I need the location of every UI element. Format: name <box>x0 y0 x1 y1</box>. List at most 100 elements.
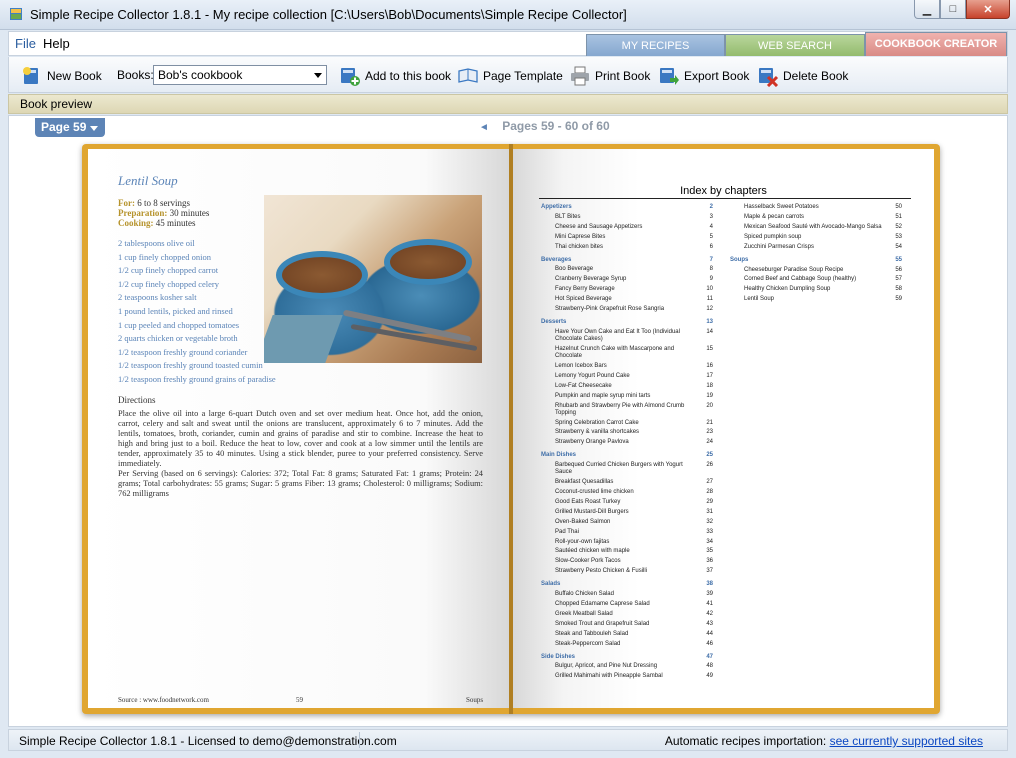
index-entry[interactable]: Grilled Mustard-Dill Burgers 31 <box>541 508 713 518</box>
index-entry[interactable]: Oven-Baked Salmon 32 <box>541 518 713 528</box>
recipe-photo <box>264 195 482 363</box>
delete-book-button[interactable]: Delete Book <box>757 64 848 88</box>
index-entry-page: 14 <box>706 328 713 335</box>
index-entry[interactable]: Grilled Mahimahi with Pineapple Sambal 49 <box>541 672 713 682</box>
page-selector[interactable]: Page 59 <box>35 118 105 137</box>
index-entry-page: 43 <box>706 620 713 627</box>
index-entry[interactable]: Hazelnut Crunch Cake with Mascarpone and… <box>541 345 713 362</box>
index-entry-title: Soups <box>730 256 749 263</box>
index-entry-page: 10 <box>706 286 713 293</box>
books-select[interactable]: Bob's cookbook <box>153 65 327 85</box>
index-entry[interactable]: Corned Beef and Cabbage Soup (healthy) 57 <box>730 275 902 285</box>
index-entry[interactable]: Low-Fat Cheesecake 18 <box>541 382 713 392</box>
index-entry[interactable]: Spiced pumpkin soup 53 <box>730 233 902 243</box>
index-entry-title: Desserts <box>541 318 567 325</box>
index-entry[interactable]: Hasselback Sweet Potatoes 50 <box>730 203 902 213</box>
index-entry-page: 27 <box>706 479 713 486</box>
tab-web-search[interactable]: WEB SEARCH <box>725 34 865 56</box>
new-book-icon <box>23 67 38 84</box>
index-entry[interactable]: Lemon Icebox Bars 16 <box>541 362 713 372</box>
menu-file[interactable]: File <box>15 36 36 51</box>
index-entry-title: Fancy Berry Beverage <box>555 286 615 293</box>
index-entry[interactable]: Thai chicken bites 6 <box>541 243 713 253</box>
index-entry-page: 37 <box>706 568 713 575</box>
index-entry-page: 39 <box>706 591 713 598</box>
index-entry[interactable]: Pumpkin and maple syrup mini tarts 19 <box>541 392 713 402</box>
index-entry[interactable]: Mexican Seafood Sauté with Avocado-Mango… <box>730 223 902 233</box>
minimize-icon: ▁ <box>922 3 932 16</box>
index-entry[interactable]: Cheese and Sausage Appetizers 4 <box>541 223 713 233</box>
index-chapter[interactable]: Salads 38 <box>541 580 713 590</box>
ingredient-item: 1 cup peeled and chopped tomatoes <box>118 319 240 330</box>
maximize-button[interactable]: □ <box>940 0 966 19</box>
index-entry[interactable]: Fancy Berry Beverage 10 <box>541 285 713 295</box>
index-entry[interactable]: Roll-your-own fajitas 34 <box>541 538 713 548</box>
index-entry[interactable]: Sautéed chicken with maple 35 <box>541 547 713 557</box>
previous-page-icon[interactable]: ◄ <box>479 122 489 133</box>
close-button[interactable]: ✕ <box>966 0 1010 19</box>
index-entry[interactable]: Breakfast Quesadillas 27 <box>541 478 713 488</box>
index-entry[interactable]: Strawberry Orange Pavlova 24 <box>541 438 713 448</box>
index-entry[interactable]: Greek Meatball Salad 42 <box>541 610 713 620</box>
index-entry[interactable]: Good Eats Roast Turkey 29 <box>541 498 713 508</box>
index-entry-title: Main Dishes <box>541 452 577 459</box>
index-chapter[interactable]: Beverages 7 <box>541 256 713 266</box>
index-entry-page: 25 <box>706 452 713 459</box>
add-to-book-button[interactable]: Add to this book <box>339 64 451 88</box>
index-entry[interactable]: Rhubarb and Strawberry Pie with Almond C… <box>541 402 713 419</box>
index-entry[interactable]: Mini Caprese Bites 5 <box>541 233 713 243</box>
export-book-button[interactable]: Export Book <box>658 64 749 88</box>
page-template-button[interactable]: Page Template <box>457 64 563 88</box>
index-entry[interactable]: Smoked Trout and Grapefruit Salad 43 <box>541 620 713 630</box>
index-entry-title: Corned Beef and Cabbage Soup (healthy) <box>744 276 857 283</box>
index-entry[interactable]: Slow-Cooker Pork Tacos 36 <box>541 557 713 567</box>
index-entry[interactable]: Healthy Chicken Dumpling Soup 58 <box>730 285 902 295</box>
index-entry-page: 24 <box>706 439 713 446</box>
index-entry[interactable]: Chopped Edamame Caprese Salad 41 <box>541 600 713 610</box>
index-entry[interactable]: Strawberry & vanilla shortcakes 23 <box>541 428 713 438</box>
index-chapter[interactable]: Main Dishes 25 <box>541 451 713 461</box>
supported-sites-link[interactable]: see currently supported sites <box>830 734 983 748</box>
index-entry[interactable]: Barbequed Curried Chicken Burgers with Y… <box>541 461 713 478</box>
index-entry[interactable]: Cheeseburger Paradise Soup Recipe 56 <box>730 266 902 276</box>
tab-my-recipes[interactable]: MY RECIPES <box>586 34 725 56</box>
index-entry[interactable]: BLT Bites 3 <box>541 213 713 223</box>
print-book-button[interactable]: Print Book <box>569 64 650 88</box>
index-entry[interactable]: Lemony Yogurt Pound Cake 17 <box>541 372 713 382</box>
index-entry[interactable]: Zucchini Parmesan Crisps 54 <box>730 243 902 253</box>
index-entry[interactable]: Have Your Own Cake and Eat It Too (Indiv… <box>541 328 713 345</box>
index-chapter[interactable]: Side Dishes 47 <box>541 653 713 663</box>
index-entry[interactable]: Boo Beverage 8 <box>541 265 713 275</box>
right-page[interactable]: Index by chapters Appetizers 2 BLT Bites 3 C… <box>513 149 934 708</box>
index-entry[interactable]: Steak and Tabbouleh Salad 44 <box>541 630 713 640</box>
index-entry[interactable]: Maple & pecan carrots 51 <box>730 213 902 223</box>
index-entry-page: 46 <box>706 640 713 647</box>
minimize-button[interactable]: ▁ <box>914 0 940 19</box>
maximize-icon: □ <box>949 3 957 15</box>
new-book-button[interactable]: New Book <box>21 64 102 88</box>
directions-text: Place the olive oil into a large 6-quart… <box>118 409 483 468</box>
index-entry[interactable]: Bulgur, Apricot, and Pine Nut Dressing 48 <box>541 662 713 672</box>
export-book-icon <box>660 68 679 85</box>
index-entry-page: 42 <box>706 610 713 617</box>
tab-cookbook-creator[interactable]: COOKBOOK CREATOR <box>865 32 1007 56</box>
index-entry[interactable]: Spring Celebration Carrot Cake 21 <box>541 419 713 429</box>
index-entry[interactable]: Strawberry Pesto Chicken & Fusilli 37 <box>541 567 713 577</box>
menu-help[interactable]: Help <box>43 36 70 51</box>
index-chapter[interactable]: Soups 55 <box>730 256 902 266</box>
index-entry[interactable]: Cranberry Beverage Syrup 9 <box>541 275 713 285</box>
index-entry[interactable]: Strawberry-Pink Grapefruit Rose Sangria 1… <box>541 305 713 315</box>
index-entry[interactable]: Hot Spiced Beverage 11 <box>541 295 713 305</box>
index-entry-title: Low-Fat Cheesecake <box>555 382 612 389</box>
index-entry-title: Cheeseburger Paradise Soup Recipe <box>744 266 844 273</box>
index-entry-page: 54 <box>895 243 902 250</box>
index-entry[interactable]: Pad Thai 33 <box>541 528 713 538</box>
index-chapter[interactable]: Desserts 13 <box>541 318 713 328</box>
index-entry[interactable]: Lentil Soup 59 <box>730 295 902 305</box>
index-chapter[interactable]: Appetizers 2 <box>541 203 713 213</box>
left-page[interactable]: Lentil Soup For: 6 to 8 servings Prepara… <box>88 149 509 708</box>
index-entry[interactable]: Buffalo Chicken Salad 39 <box>541 590 713 600</box>
index-entry[interactable]: Steak-Peppercorn Salad 46 <box>541 640 713 650</box>
index-entry[interactable]: Coconut-crusted lime chicken 28 <box>541 488 713 498</box>
index-entry-title: Lemony Yogurt Pound Cake <box>555 372 630 379</box>
